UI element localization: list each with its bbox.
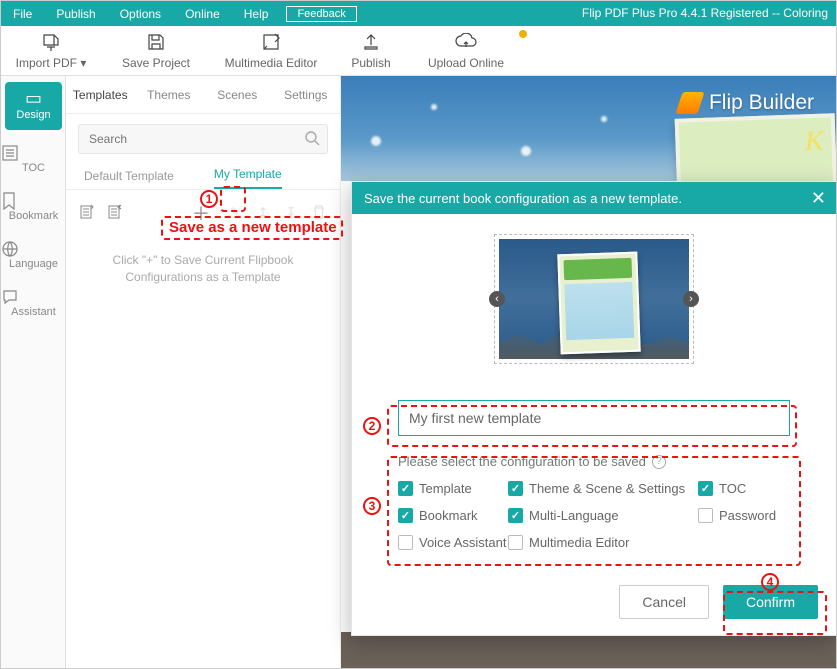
close-icon[interactable]: ✕ <box>811 188 826 209</box>
checkbox-multimedia-editor[interactable]: Multimedia Editor <box>508 535 698 550</box>
thumb-prev[interactable]: ‹ <box>489 291 505 307</box>
bookmark-icon <box>1 192 66 210</box>
checkbox-theme-scene-settings[interactable]: ✓Theme & Scene & Settings <box>508 481 698 496</box>
template-name-input[interactable] <box>398 400 790 436</box>
rail-toc[interactable]: TOC <box>1 138 66 186</box>
menu-file[interactable]: File <box>1 7 44 21</box>
help-icon[interactable]: ? <box>652 455 666 469</box>
flip-builder-icon <box>675 92 704 114</box>
left-rail: ▭ Design TOC Bookmark Language Assistant <box>1 76 66 668</box>
monitor-icon: ▭ <box>5 88 62 109</box>
upload-icon <box>411 32 521 52</box>
preview-footer-bg <box>341 632 836 668</box>
subtab-default-template[interactable]: Default Template <box>84 169 174 189</box>
flip-builder-logo: Flip Builder <box>679 91 814 115</box>
menu-publish[interactable]: Publish <box>44 7 107 21</box>
checkbox-toc[interactable]: ✓TOC <box>698 481 788 496</box>
modal-title: Save the current book configuration as a… <box>364 191 682 206</box>
panel-tabs: Templates Themes Scenes Settings <box>66 76 340 114</box>
menu-options[interactable]: Options <box>108 7 173 21</box>
checkbox-password[interactable]: Password <box>698 508 788 523</box>
main-toolbar: Import PDF ▾ Save Project Multimedia Edi… <box>1 26 836 76</box>
publish-button[interactable]: Publish <box>331 32 411 70</box>
import-icon <box>1 32 101 52</box>
upload-template-icon: ↥ <box>254 203 272 221</box>
confirm-button[interactable]: Confirm <box>723 585 818 619</box>
cancel-button[interactable]: Cancel <box>619 585 709 619</box>
save-icon <box>101 32 211 52</box>
menu-help[interactable]: Help <box>232 7 281 21</box>
multimedia-icon <box>211 32 331 52</box>
template-actions: ＋ ✎ ↥ ↧ <box>66 190 340 228</box>
checkbox-bookmark[interactable]: ✓Bookmark <box>398 508 508 523</box>
tab-scenes[interactable]: Scenes <box>203 88 272 102</box>
save-project-button[interactable]: Save Project <box>101 32 211 70</box>
checkbox-multi-language[interactable]: ✓Multi-Language <box>508 508 698 523</box>
checkbox-template[interactable]: ✓Template <box>398 481 508 496</box>
export-list-icon[interactable] <box>78 203 96 221</box>
menu-online[interactable]: Online <box>173 7 232 21</box>
search-input[interactable] <box>78 124 328 154</box>
template-search <box>78 124 328 154</box>
chat-icon <box>1 288 66 306</box>
delete-icon <box>310 203 328 221</box>
download-template-icon: ↧ <box>282 203 300 221</box>
search-icon[interactable] <box>304 130 320 146</box>
upload-online-button[interactable]: Upload Online <box>411 32 521 70</box>
rail-bookmark[interactable]: Bookmark <box>1 186 66 234</box>
modal-header: Save the current book configuration as a… <box>352 182 836 214</box>
globe-icon <box>1 240 66 258</box>
thumb-next[interactable]: › <box>683 291 699 307</box>
rail-assistant[interactable]: Assistant <box>1 282 66 330</box>
template-subtabs: Default Template My Template <box>66 160 340 190</box>
publish-icon <box>331 32 411 52</box>
flipbook-preview: Flip Builder K <box>341 76 836 181</box>
rail-design[interactable]: ▭ Design <box>5 82 62 130</box>
menu-feedback[interactable]: Feedback <box>286 6 356 22</box>
menu-bar: File Publish Options Online Help Feedbac… <box>1 1 836 26</box>
import-pdf-button[interactable]: Import PDF ▾ <box>1 32 101 70</box>
rail-language[interactable]: Language <box>1 234 66 282</box>
config-options: Please select the configuration to be sa… <box>398 454 790 550</box>
subtab-my-template[interactable]: My Template <box>214 167 282 189</box>
template-thumbnail: ‹ › <box>494 234 694 364</box>
tab-themes[interactable]: Themes <box>135 88 204 102</box>
save-template-modal: Save the current book configuration as a… <box>351 181 837 636</box>
tab-templates[interactable]: Templates <box>66 88 135 102</box>
tab-settings[interactable]: Settings <box>272 88 341 102</box>
preview-book: K <box>675 113 836 181</box>
empty-hint: Click "+" to Save Current Flipbook Confi… <box>66 228 340 286</box>
edit-icon: ✎ <box>226 203 244 221</box>
multimedia-editor-button[interactable]: Multimedia Editor <box>211 32 331 70</box>
add-template-button[interactable]: ＋ <box>192 200 216 224</box>
toc-icon <box>1 144 66 162</box>
templates-panel: Templates Themes Scenes Settings Default… <box>66 76 341 668</box>
checkbox-voice-assistant[interactable]: Voice Assistant <box>398 535 508 550</box>
import-list-icon[interactable] <box>106 203 124 221</box>
window-title: Flip PDF Plus Pro 4.4.1 Registered -- Co… <box>582 1 828 26</box>
config-select-label: Please select the configuration to be sa… <box>398 454 646 469</box>
